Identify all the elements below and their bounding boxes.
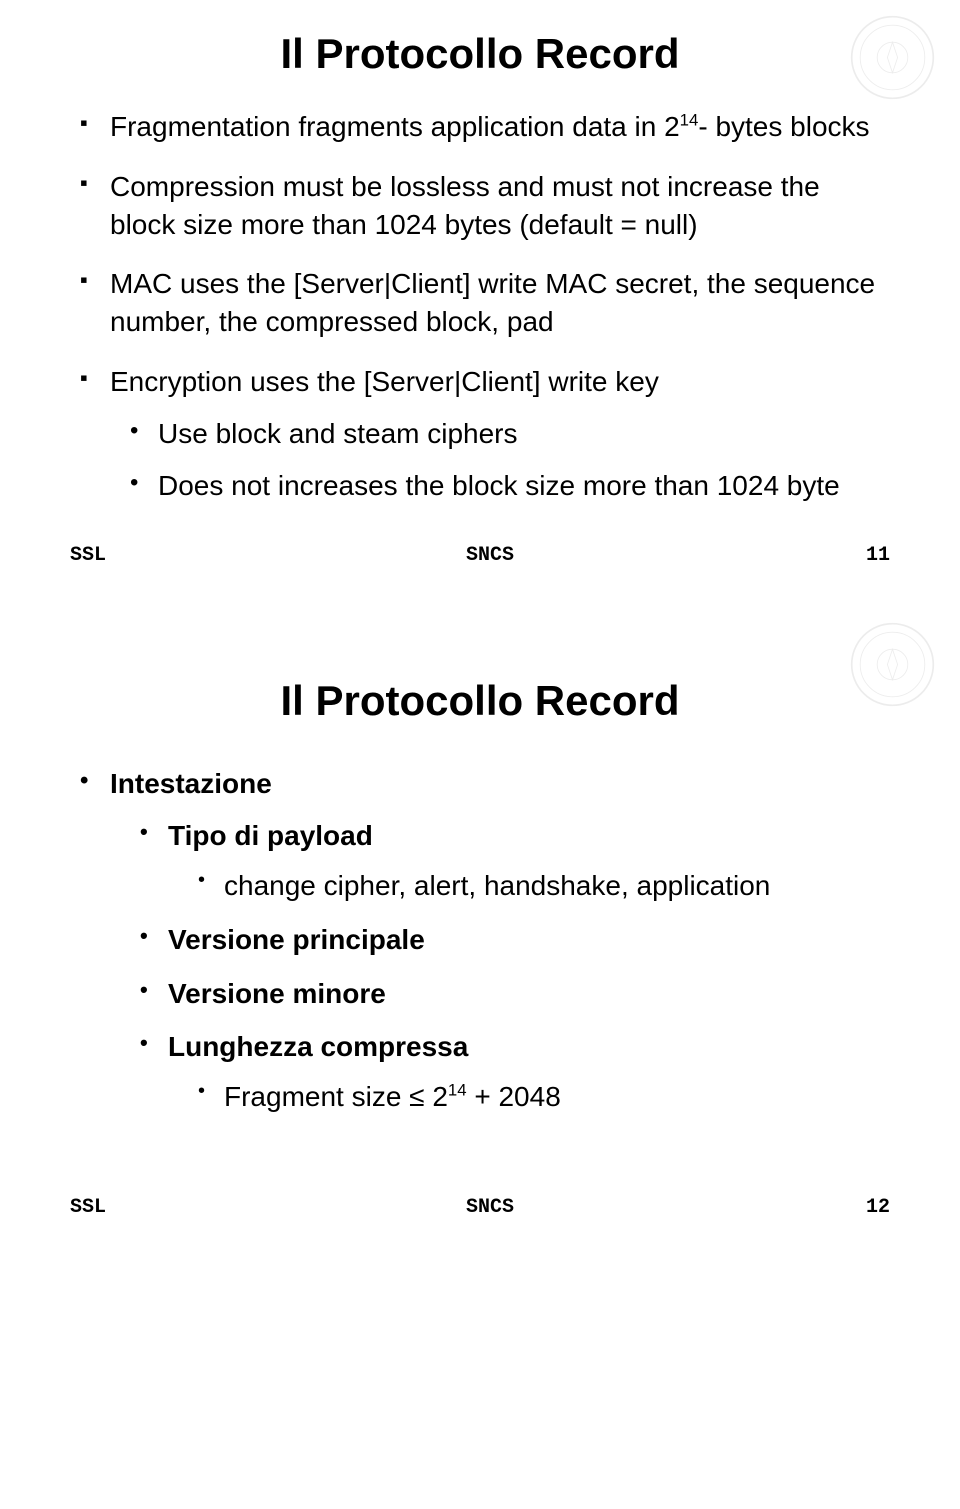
sub-sub-bullet-item: change cipher, alert, handshake, applica…	[198, 867, 890, 905]
bullet-text: Versione principale	[168, 924, 425, 955]
footer-center: SNCS	[150, 1196, 830, 1219]
sub-bullet-item: Versione principale	[140, 921, 890, 959]
slide-2: Il Protocollo Record Intestazione Tipo d…	[0, 607, 960, 1259]
bullet-text: Compression must be lossless and must no…	[110, 171, 820, 240]
sub-sub-bullet-list: change cipher, alert, handshake, applica…	[198, 867, 890, 905]
slide-1: Il Protocollo Record Fragmentation fragm…	[0, 0, 960, 607]
footer-left: SSL	[70, 544, 150, 567]
bullet-text: Tipo di payload	[168, 820, 373, 851]
seal-logo	[850, 15, 935, 100]
footer-right: 11	[830, 544, 890, 567]
bullet-text: change cipher, alert, handshake, applica…	[224, 870, 770, 901]
bullet-text: Lunghezza compressa	[168, 1031, 468, 1062]
slide-footer: SSL SNCS 12	[70, 1196, 890, 1219]
bullet-text: Intestazione	[110, 768, 272, 799]
slide-title: Il Protocollo Record	[70, 677, 890, 725]
bullet-text: - bytes blocks	[698, 111, 869, 142]
sub-bullet-list: Use block and steam ciphers Does not inc…	[130, 415, 890, 505]
bullet-text: Does not increases the block size more t…	[158, 470, 840, 501]
bullet-list: Intestazione Tipo di payload change ciph…	[80, 765, 890, 1116]
bullet-item: Fragmentation fragments application data…	[80, 108, 890, 146]
seal-logo	[850, 622, 935, 707]
sub-sub-bullet-list: Fragment size ≤ 214 + 2048	[198, 1078, 890, 1116]
sub-bullet-item: Lunghezza compressa Fragment size ≤ 214 …	[140, 1028, 890, 1116]
bullet-text: Fragment size ≤ 2	[224, 1081, 448, 1112]
bullet-item: MAC uses the [Server|Client] write MAC s…	[80, 265, 890, 341]
slide-title: Il Protocollo Record	[70, 30, 890, 78]
sub-bullet-item: Use block and steam ciphers	[130, 415, 890, 453]
sub-bullet-item: Tipo di payload change cipher, alert, ha…	[140, 817, 890, 905]
bullet-list: Fragmentation fragments application data…	[80, 108, 890, 504]
sub-bullet-item: Does not increases the block size more t…	[130, 467, 890, 505]
bullet-text: Encryption uses the [Server|Client] writ…	[110, 366, 659, 397]
bullet-text: Versione minore	[168, 978, 386, 1009]
bullet-text: + 2048	[467, 1081, 561, 1112]
sub-bullet-list: Tipo di payload change cipher, alert, ha…	[140, 817, 890, 1116]
bullet-item: Compression must be lossless and must no…	[80, 168, 890, 244]
footer-left: SSL	[70, 1196, 150, 1219]
bullet-item: Intestazione Tipo di payload change ciph…	[80, 765, 890, 1116]
superscript: 14	[448, 1081, 467, 1100]
bullet-text: MAC uses the [Server|Client] write MAC s…	[110, 268, 875, 337]
superscript: 14	[680, 111, 699, 130]
footer-right: 12	[830, 1196, 890, 1219]
sub-sub-bullet-item: Fragment size ≤ 214 + 2048	[198, 1078, 890, 1116]
bullet-item: Encryption uses the [Server|Client] writ…	[80, 363, 890, 504]
slide-footer: SSL SNCS 11	[70, 544, 890, 567]
sub-bullet-item: Versione minore	[140, 975, 890, 1013]
bullet-text: Use block and steam ciphers	[158, 418, 518, 449]
footer-center: SNCS	[150, 544, 830, 567]
bullet-text: Fragmentation fragments application data…	[110, 111, 680, 142]
